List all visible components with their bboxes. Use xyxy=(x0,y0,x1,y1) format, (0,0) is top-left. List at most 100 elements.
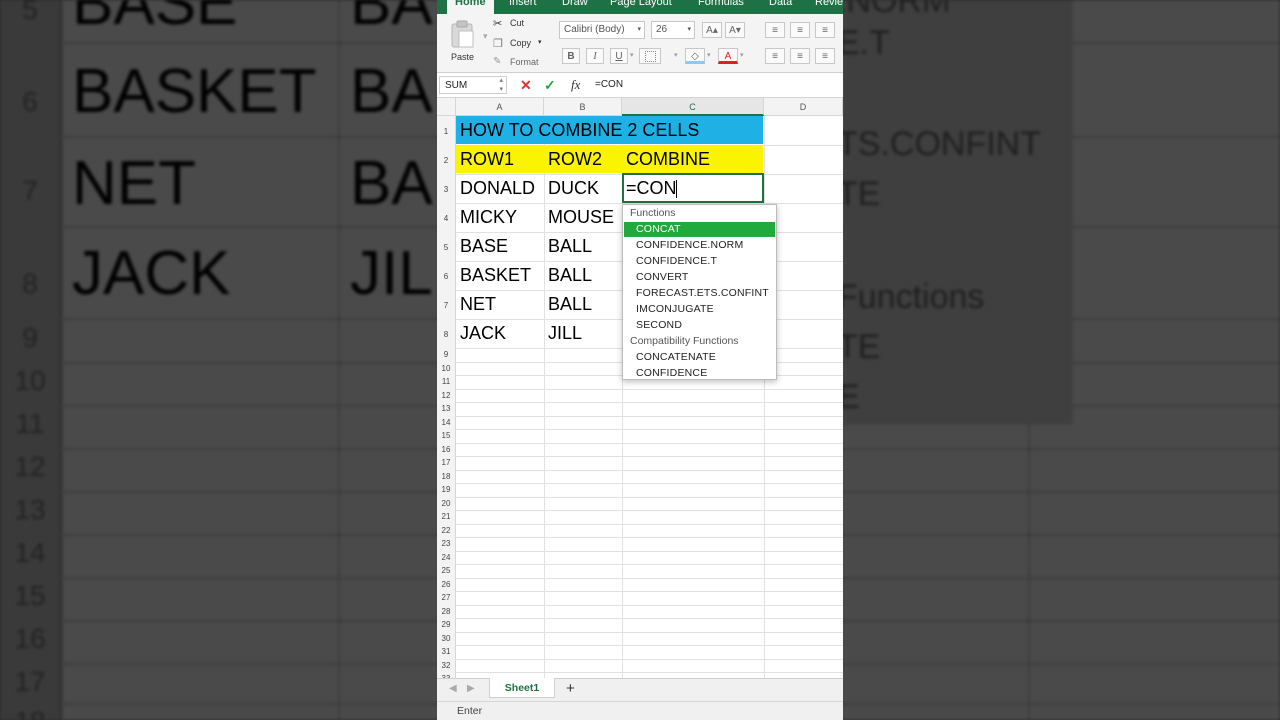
autocomplete-item[interactable]: SECOND xyxy=(624,318,775,333)
row-header[interactable]: 8 xyxy=(437,319,456,348)
sheet-tab-sheet1[interactable]: Sheet1 xyxy=(489,678,555,698)
row-header[interactable]: 5 xyxy=(437,232,456,261)
column-header-b[interactable]: B xyxy=(544,98,622,116)
formula-input[interactable]: =CON xyxy=(595,79,623,90)
copy-dropdown-icon[interactable]: ▾ xyxy=(538,38,542,46)
tab-formulas[interactable]: Formulas xyxy=(698,0,744,8)
tab-home[interactable]: Home xyxy=(447,0,494,14)
column-header-a[interactable]: A xyxy=(456,98,544,116)
table-cell[interactable]: DUCK xyxy=(544,174,599,203)
align-right-button[interactable]: ≡ xyxy=(815,48,835,64)
tab-insert[interactable]: Insert xyxy=(509,0,537,8)
cancel-icon[interactable]: ✕ xyxy=(520,77,532,93)
row-header[interactable]: 19 xyxy=(437,483,456,497)
row-header[interactable]: 9 xyxy=(437,348,456,362)
tab-review[interactable]: Revie xyxy=(815,0,843,8)
row-header[interactable]: 24 xyxy=(437,550,456,564)
autocomplete-item[interactable]: CONFIDENCE.NORM xyxy=(624,238,775,253)
copy-button[interactable]: Copy xyxy=(510,38,531,48)
row-header[interactable]: 7 xyxy=(437,290,456,319)
grow-font-button[interactable]: A▴ xyxy=(702,22,722,38)
add-sheet-button[interactable]: + xyxy=(566,680,575,697)
header-cell-row2[interactable]: ROW2 xyxy=(544,145,602,174)
format-painter-button[interactable]: Format xyxy=(510,57,539,67)
table-cell[interactable]: BALL xyxy=(544,232,592,261)
align-top-button[interactable]: ≡ xyxy=(765,22,785,38)
row-header[interactable]: 16 xyxy=(437,442,456,456)
fill-dropdown-icon[interactable]: ▾ xyxy=(707,51,711,59)
row-header[interactable]: 23 xyxy=(437,537,456,551)
table-cell[interactable]: JACK xyxy=(456,319,506,348)
tab-page-layout[interactable]: Page Layout xyxy=(610,0,672,8)
table-cell[interactable]: MICKY xyxy=(456,203,517,232)
align-center-button[interactable]: ≡ xyxy=(790,48,810,64)
active-cell-text[interactable]: =CON xyxy=(622,174,677,203)
next-sheet-icon[interactable]: ▶ xyxy=(467,683,475,694)
table-cell[interactable]: DONALD xyxy=(456,174,535,203)
row-header[interactable]: 28 xyxy=(437,604,456,618)
row-header[interactable]: 14 xyxy=(437,415,456,429)
paste-button[interactable]: Paste xyxy=(445,18,481,64)
row-header[interactable]: 26 xyxy=(437,577,456,591)
table-cell[interactable]: NET xyxy=(456,290,496,319)
row-header[interactable]: 2 xyxy=(437,145,456,174)
autocomplete-item-concat[interactable]: CONCAT xyxy=(624,222,775,237)
font-color-button[interactable]: A xyxy=(718,48,738,64)
font-name-select[interactable]: Calibri (Body) ▾ xyxy=(559,21,645,39)
select-all-corner[interactable] xyxy=(437,98,456,116)
row-header[interactable]: 32 xyxy=(437,658,456,672)
row-header[interactable]: 4 xyxy=(437,203,456,232)
row-header[interactable]: 15 xyxy=(437,429,456,443)
borders-dropdown-icon[interactable]: ▾ xyxy=(674,51,678,59)
bold-button[interactable]: B xyxy=(562,48,580,64)
fill-color-button[interactable]: ◇ xyxy=(685,48,705,64)
underline-dropdown-icon[interactable]: ▾ xyxy=(630,51,634,59)
row-header[interactable]: 22 xyxy=(437,523,456,537)
underline-button[interactable]: U xyxy=(610,48,628,64)
table-cell[interactable]: BALL xyxy=(544,290,592,319)
autocomplete-item[interactable]: FORECAST.ETS.CONFINT xyxy=(624,286,775,301)
header-cell-combine[interactable]: COMBINE xyxy=(622,145,710,174)
column-header-c[interactable]: C xyxy=(622,98,764,116)
worksheet-grid[interactable]: A B C D 1 2 3 4 5 6 7 8 9 10 11 12 13 14 15 16 17 18 19 20 2… xyxy=(437,98,843,678)
autocomplete-item[interactable]: CONCATENATE xyxy=(624,350,775,365)
enter-icon[interactable]: ✓ xyxy=(544,77,556,93)
align-left-button[interactable]: ≡ xyxy=(765,48,785,64)
autocomplete-item[interactable]: CONFIDENCE.T xyxy=(624,254,775,269)
table-cell[interactable]: BASE xyxy=(456,232,508,261)
row-header[interactable]: 18 xyxy=(437,469,456,483)
row-header[interactable]: 27 xyxy=(437,591,456,605)
prev-sheet-icon[interactable]: ◀ xyxy=(449,683,457,694)
row-header[interactable]: 12 xyxy=(437,388,456,402)
tab-draw[interactable]: Draw xyxy=(562,0,588,8)
cut-button[interactable]: Cut xyxy=(510,18,524,28)
autocomplete-item[interactable]: CONVERT xyxy=(624,270,775,285)
borders-button[interactable] xyxy=(639,48,661,64)
row-header[interactable]: 13 xyxy=(437,402,456,416)
table-cell[interactable]: BALL xyxy=(544,261,592,290)
align-middle-button[interactable]: ≡ xyxy=(790,22,810,38)
row-header[interactable]: 1 xyxy=(437,116,456,145)
paste-dropdown-icon[interactable]: ▾ xyxy=(483,31,488,42)
name-box[interactable]: SUM ▴ ▾ xyxy=(439,76,507,94)
row-header[interactable]: 21 xyxy=(437,510,456,524)
autocomplete-item[interactable]: IMCONJUGATE xyxy=(624,302,775,317)
row-header[interactable]: 30 xyxy=(437,631,456,645)
align-bottom-button[interactable]: ≡ xyxy=(815,22,835,38)
row-header[interactable]: 17 xyxy=(437,456,456,470)
title-cell[interactable]: HOW TO COMBINE 2 CELLS xyxy=(456,116,699,145)
row-header[interactable]: 10 xyxy=(437,361,456,375)
font-size-select[interactable]: 26 ▾ xyxy=(651,21,695,39)
autocomplete-item[interactable]: CONFIDENCE xyxy=(624,366,775,381)
font-color-dropdown-icon[interactable]: ▾ xyxy=(740,51,744,59)
row-header[interactable]: 6 xyxy=(437,261,456,290)
row-header[interactable]: 11 xyxy=(437,375,456,389)
italic-button[interactable]: I xyxy=(586,48,604,64)
insert-function-icon[interactable]: fx xyxy=(571,77,580,93)
table-cell[interactable]: MOUSE xyxy=(544,203,614,232)
tab-data[interactable]: Data xyxy=(769,0,792,8)
column-header-d[interactable]: D xyxy=(764,98,843,116)
header-cell-row1[interactable]: ROW1 xyxy=(456,145,514,174)
table-cell[interactable]: JILL xyxy=(544,319,582,348)
row-header[interactable]: 25 xyxy=(437,564,456,578)
